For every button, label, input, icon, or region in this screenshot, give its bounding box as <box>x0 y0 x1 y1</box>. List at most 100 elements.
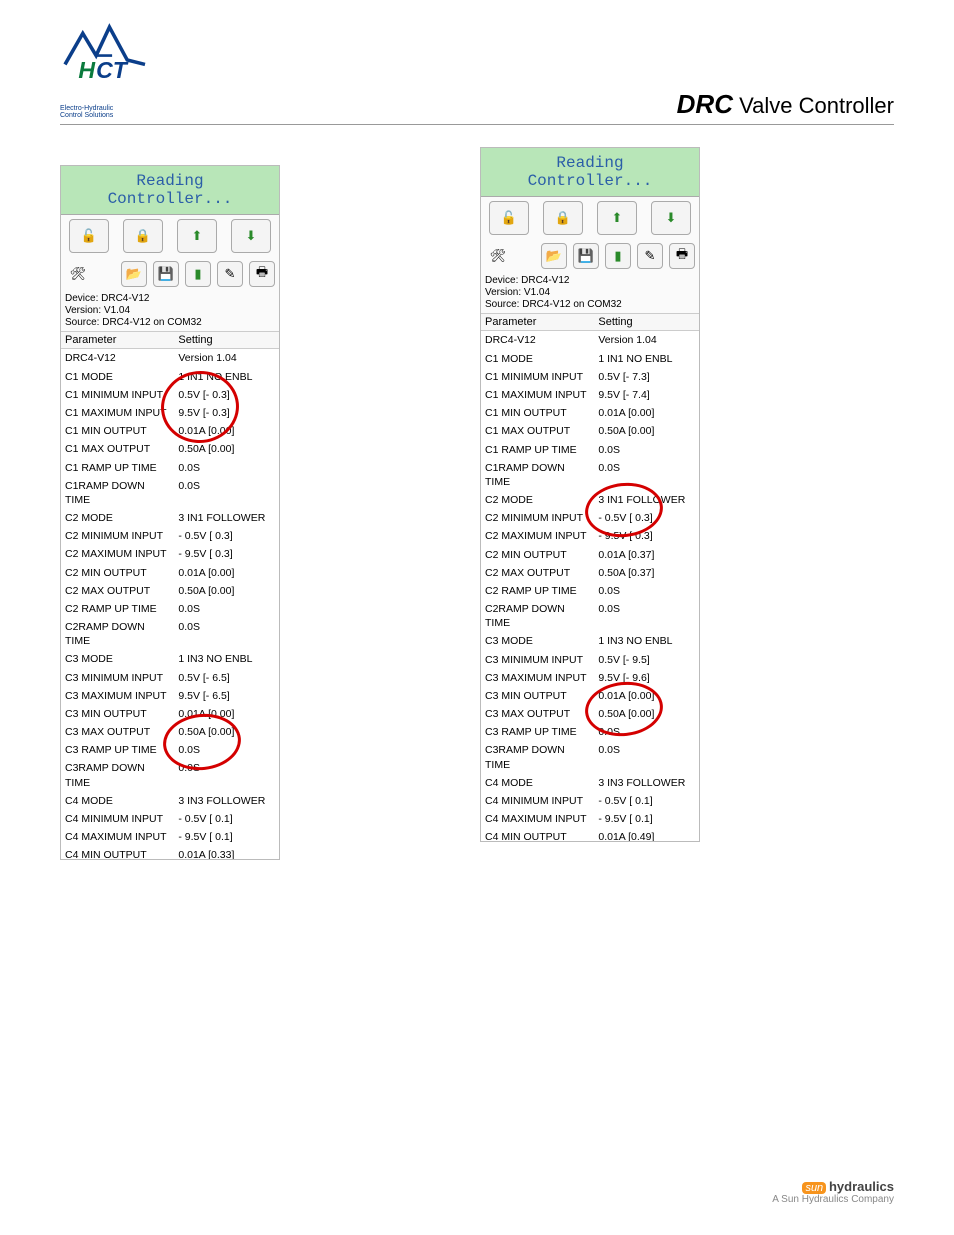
grid-row[interactable]: C2RAMP DOWN TIME0.0S <box>481 600 699 632</box>
hct-logo: H CT Electro-Hydraulic Control Solutions <box>60 20 150 120</box>
cell-param: C2 MODE <box>61 509 174 527</box>
lock-closed-button[interactable]: 🔒 <box>543 201 583 235</box>
cell-setting: 3 IN1 FOLLOWER <box>594 491 699 509</box>
grid-row[interactable]: C1 MAXIMUM INPUT9.5V [- 0.3] <box>61 404 279 422</box>
grid-body-left[interactable]: DRC4-V12Version 1.04C1 MODE1 IN1 NO ENBL… <box>61 349 279 859</box>
secondary-toolbar: 🛠 📂 💾 ▮ ✎ 🖶 <box>61 257 279 291</box>
grid-header: Parameter Setting <box>61 331 279 349</box>
grid-row[interactable]: C1 MINIMUM INPUT0.5V [- 0.3] <box>61 386 279 404</box>
download-button[interactable]: ⬇ <box>231 219 271 253</box>
grid-row[interactable]: C1 MAX OUTPUT0.50A [0.00] <box>481 422 699 440</box>
edit-button[interactable]: ✎ <box>217 261 243 287</box>
settings-button[interactable]: 🛠 <box>485 243 511 269</box>
grid-row[interactable]: C1RAMP DOWN TIME0.0S <box>61 477 279 509</box>
lock-open-button[interactable]: 🔓 <box>489 201 529 235</box>
cell-setting: 0.01A [0.37] <box>594 546 699 564</box>
grid-row[interactable]: C2 MAX OUTPUT0.50A [0.37] <box>481 564 699 582</box>
grid-row[interactable]: C1 MIN OUTPUT0.01A [0.00] <box>61 422 279 440</box>
cell-param: C1 RAMP UP TIME <box>61 459 174 477</box>
grid-row[interactable]: C4 MINIMUM INPUT- 0.5V [ 0.1] <box>61 810 279 828</box>
cell-param: C2 RAMP UP TIME <box>61 600 174 618</box>
status-bar: Reading Controller... <box>481 148 699 198</box>
grid-row[interactable]: C1 RAMP UP TIME0.0S <box>61 459 279 477</box>
grid-row[interactable]: C1 MAX OUTPUT0.50A [0.00] <box>61 440 279 458</box>
grid-row[interactable]: C2 MAXIMUM INPUT- 9.5V [ 0.3] <box>481 527 699 545</box>
grid-row[interactable]: C4 MODE3 IN3 FOLLOWER <box>61 792 279 810</box>
grid-row[interactable]: C3 MODE1 IN3 NO ENBL <box>481 632 699 650</box>
cell-setting: - 9.5V [ 0.3] <box>174 545 279 563</box>
cell-setting: 0.0S <box>174 618 279 650</box>
grid-row[interactable]: C4 MIN OUTPUT0.01A [0.49] <box>481 828 699 841</box>
grid-row[interactable]: DRC4-V12Version 1.04 <box>481 331 699 349</box>
grid-row[interactable]: C1 MAXIMUM INPUT9.5V [- 7.4] <box>481 386 699 404</box>
grid-row[interactable]: C3 RAMP UP TIME0.0S <box>61 741 279 759</box>
download-button[interactable]: ⬇ <box>651 201 691 235</box>
grid-row[interactable]: C3 MIN OUTPUT0.01A [0.00] <box>61 705 279 723</box>
grid-row[interactable]: C1 RAMP UP TIME0.0S <box>481 441 699 459</box>
open-button[interactable]: 📂 <box>541 243 567 269</box>
grid-row[interactable]: C2 RAMP UP TIME0.0S <box>61 600 279 618</box>
grid-row[interactable]: C4 MIN OUTPUT0.01A [0.33] <box>61 846 279 859</box>
status-bar: Reading Controller... <box>61 166 279 216</box>
lock-open-button[interactable]: 🔓 <box>69 219 109 253</box>
print-button[interactable]: 🖶 <box>249 261 275 287</box>
grid-row[interactable]: C2 MAX OUTPUT0.50A [0.00] <box>61 582 279 600</box>
grid-row[interactable]: C1RAMP DOWN TIME0.0S <box>481 459 699 491</box>
cell-setting: 0.0S <box>594 459 699 491</box>
edit-button[interactable]: ✎ <box>637 243 663 269</box>
print-button[interactable]: 🖶 <box>669 243 695 269</box>
grid-row[interactable]: C3 MODE1 IN3 NO ENBL <box>61 650 279 668</box>
grid-row[interactable]: C2 MAXIMUM INPUT- 9.5V [ 0.3] <box>61 545 279 563</box>
note-icon: ▮ <box>614 248 621 264</box>
cell-setting: 0.01A [0.49] <box>594 828 699 841</box>
grid-row[interactable]: C4 MAXIMUM INPUT- 9.5V [ 0.1] <box>61 828 279 846</box>
grid-row[interactable]: C2 RAMP UP TIME0.0S <box>481 582 699 600</box>
save-button[interactable]: 💾 <box>573 243 599 269</box>
grid-body-right[interactable]: DRC4-V12Version 1.04C1 MODE1 IN1 NO ENBL… <box>481 331 699 841</box>
grid-row[interactable]: C4 MAXIMUM INPUT- 9.5V [ 0.1] <box>481 810 699 828</box>
grid-row[interactable]: C2 MIN OUTPUT0.01A [0.37] <box>481 546 699 564</box>
grid-row[interactable]: C1 MODE1 IN1 NO ENBL <box>61 368 279 386</box>
lock-closed-button[interactable]: 🔒 <box>123 219 163 253</box>
grid-row[interactable]: C3 MINIMUM INPUT0.5V [- 6.5] <box>61 669 279 687</box>
cell-setting: 9.5V [- 0.3] <box>174 404 279 422</box>
grid-row[interactable]: C3RAMP DOWN TIME0.0S <box>61 759 279 791</box>
notes-button[interactable]: ▮ <box>185 261 211 287</box>
grid-row[interactable]: C3RAMP DOWN TIME0.0S <box>481 741 699 773</box>
grid-row[interactable]: C3 MIN OUTPUT0.01A [0.00] <box>481 687 699 705</box>
grid-row[interactable]: C2RAMP DOWN TIME0.0S <box>61 618 279 650</box>
grid-row[interactable]: C3 MAX OUTPUT0.50A [0.00] <box>481 705 699 723</box>
grid-row[interactable]: C2 MODE3 IN1 FOLLOWER <box>481 491 699 509</box>
grid-row[interactable]: C2 MIN OUTPUT0.01A [0.00] <box>61 564 279 582</box>
grid-row[interactable]: C1 MIN OUTPUT0.01A [0.00] <box>481 404 699 422</box>
grid-row[interactable]: C4 MODE3 IN3 FOLLOWER <box>481 774 699 792</box>
grid-row[interactable]: C3 MAX OUTPUT0.50A [0.00] <box>61 723 279 741</box>
notes-button[interactable]: ▮ <box>605 243 631 269</box>
open-button[interactable]: 📂 <box>121 261 147 287</box>
grid-row[interactable]: DRC4-V12Version 1.04 <box>61 349 279 367</box>
cell-param: C4 MAXIMUM INPUT <box>481 810 594 828</box>
grid-row[interactable]: C3 RAMP UP TIME0.0S <box>481 723 699 741</box>
cell-param: C1RAMP DOWN TIME <box>61 477 174 509</box>
grid-row[interactable]: C4 MINIMUM INPUT- 0.5V [ 0.1] <box>481 792 699 810</box>
settings-button[interactable]: 🛠 <box>65 261 91 287</box>
panels-area: Reading Controller... 🔓 🔒 ⬆ ⬇ 🛠 📂 💾 ▮ ✎ … <box>60 165 894 861</box>
cell-setting: 0.0S <box>594 582 699 600</box>
grid-row[interactable]: C3 MAXIMUM INPUT9.5V [- 6.5] <box>61 687 279 705</box>
grid-row[interactable]: C2 MODE3 IN1 FOLLOWER <box>61 509 279 527</box>
save-button[interactable]: 💾 <box>153 261 179 287</box>
device-meta: Device: DRC4-V12 Version: V1.04 Source: … <box>61 291 279 331</box>
grid-row[interactable]: C2 MINIMUM INPUT- 0.5V [ 0.3] <box>61 527 279 545</box>
cell-param: C1 MIN OUTPUT <box>481 404 594 422</box>
upload-button[interactable]: ⬆ <box>177 219 217 253</box>
arrow-up-icon: ⬆ <box>192 228 203 244</box>
cell-param: C4 MODE <box>61 792 174 810</box>
cell-param: C4 MINIMUM INPUT <box>481 792 594 810</box>
grid-row[interactable]: C1 MODE1 IN1 NO ENBL <box>481 350 699 368</box>
upload-button[interactable]: ⬆ <box>597 201 637 235</box>
controller-panel-right: Reading Controller... 🔓 🔒 ⬆ ⬇ 🛠 📂 💾 ▮ ✎ … <box>480 147 700 843</box>
grid-row[interactable]: C2 MINIMUM INPUT- 0.5V [ 0.3] <box>481 509 699 527</box>
grid-row[interactable]: C3 MAXIMUM INPUT9.5V [- 9.6] <box>481 669 699 687</box>
grid-row[interactable]: C1 MINIMUM INPUT0.5V [- 7.3] <box>481 368 699 386</box>
grid-row[interactable]: C3 MINIMUM INPUT0.5V [- 9.5] <box>481 651 699 669</box>
